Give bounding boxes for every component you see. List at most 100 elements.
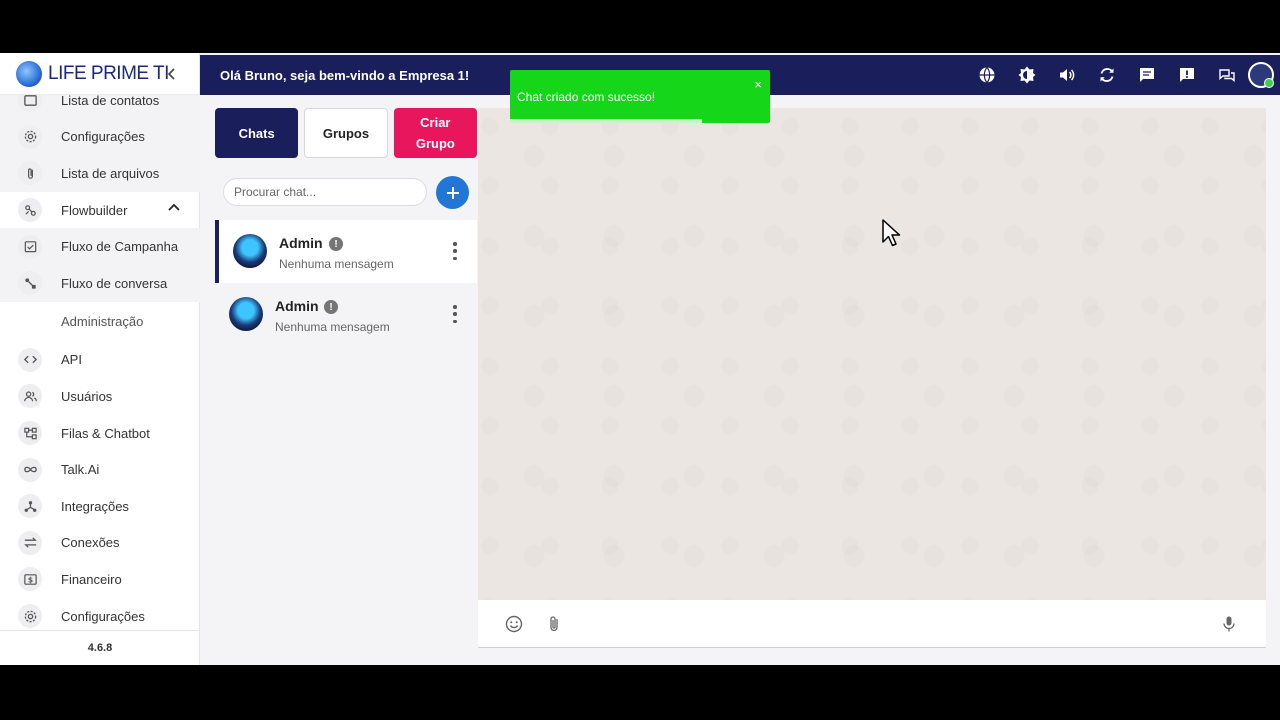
chat-message-area bbox=[478, 108, 1266, 600]
calendar-check-icon bbox=[18, 234, 42, 259]
contacts-icon bbox=[18, 95, 42, 113]
sidebar-item-conversation-flow[interactable]: Fluxo de conversa bbox=[0, 264, 200, 302]
sidebar: LIFE PRIME TI Lista de contatos Configur… bbox=[0, 53, 200, 665]
sound-button[interactable] bbox=[1054, 62, 1080, 88]
chat-options-button[interactable] bbox=[451, 242, 459, 260]
messages-button[interactable] bbox=[1134, 62, 1160, 88]
collapse-sidebar-button[interactable] bbox=[163, 65, 181, 83]
globe-icon bbox=[979, 67, 995, 83]
volume-icon bbox=[1060, 69, 1075, 81]
tab-chats[interactable]: Chats bbox=[215, 108, 299, 158]
infinity-icon bbox=[18, 457, 42, 482]
internal-chat-button[interactable] bbox=[1214, 62, 1240, 88]
create-group-label: Criar Grupo bbox=[415, 115, 455, 151]
sidebar-item-label: Talk.Ai bbox=[61, 462, 100, 478]
sidebar-item-settings[interactable]: Configurações bbox=[0, 598, 200, 630]
search-input[interactable] bbox=[223, 178, 427, 206]
voice-record-button[interactable] bbox=[1218, 613, 1240, 635]
announcements-button[interactable] bbox=[1174, 62, 1200, 88]
gear-icon bbox=[18, 604, 42, 629]
chat-list-item[interactable]: Admin ! Nenhuma mensagem bbox=[215, 220, 477, 283]
sidebar-item-label: Lista de contatos bbox=[61, 95, 160, 108]
sidebar-menu: Lista de contatos Configurações Lista de… bbox=[0, 95, 200, 630]
sidebar-item-label: Filas & Chatbot bbox=[61, 425, 150, 441]
app-window: LIFE PRIME TI Lista de contatos Configur… bbox=[0, 53, 1280, 665]
user-avatar[interactable] bbox=[1248, 62, 1274, 88]
chevron-left-icon bbox=[167, 68, 175, 80]
chat-list-panel: Chats Grupos Criar Grupo Admin ! Nenhuma… bbox=[215, 108, 477, 658]
dollar-icon: $ bbox=[18, 567, 42, 592]
plus-icon bbox=[446, 186, 459, 199]
code-icon bbox=[18, 347, 42, 372]
sidebar-item-integrations[interactable]: Integrações bbox=[0, 488, 200, 525]
integrations-icon bbox=[18, 494, 42, 519]
sidebar-item-users[interactable]: Usuários bbox=[0, 378, 200, 415]
chat-last-message: Nenhuma mensagem bbox=[279, 257, 394, 271]
sidebar-item-label: API bbox=[61, 352, 82, 368]
section-header-admin: Administração bbox=[0, 302, 200, 342]
sidebar-item-label: Integrações bbox=[61, 498, 129, 514]
attach-button[interactable] bbox=[543, 613, 565, 635]
sidebar-item-queues[interactable]: Filas & Chatbot bbox=[0, 415, 200, 452]
brand-name: LIFE PRIME TI bbox=[48, 62, 169, 84]
chat-avatar bbox=[229, 297, 263, 331]
warning-icon: ! bbox=[329, 237, 343, 251]
chat-bubble-icon bbox=[1140, 68, 1154, 82]
sidebar-item-api[interactable]: API bbox=[0, 342, 200, 379]
toast-progress-bar bbox=[510, 119, 703, 123]
forum-icon bbox=[1219, 69, 1235, 82]
brain-logo-icon bbox=[16, 60, 42, 87]
sidebar-item-label: Fluxo de Campanha bbox=[61, 239, 179, 255]
paperclip-icon bbox=[18, 161, 42, 186]
gear-icon bbox=[18, 124, 42, 149]
chat-list-item[interactable]: Admin ! Nenhuma mensagem bbox=[215, 283, 477, 346]
sidebar-item-label: Flowbuilder bbox=[61, 202, 128, 218]
chat-avatar bbox=[233, 234, 267, 268]
message-input-bar bbox=[478, 600, 1266, 648]
emoji-icon bbox=[505, 615, 523, 633]
conversation-flow-icon bbox=[18, 271, 42, 296]
sidebar-item-label: Usuários bbox=[61, 388, 113, 404]
chevron-up-icon bbox=[168, 203, 180, 211]
flow-icon bbox=[18, 198, 42, 223]
alert-message-icon bbox=[1180, 68, 1194, 82]
sidebar-item-label: Lista de arquivos bbox=[61, 165, 160, 181]
welcome-message: Olá Bruno, seja bem-vindo a Empresa 1! bbox=[220, 67, 470, 83]
sidebar-item-talkai[interactable]: Talk.Ai bbox=[0, 451, 200, 488]
chat-name: Admin bbox=[279, 235, 323, 251]
theme-toggle-button[interactable] bbox=[1014, 62, 1040, 88]
sidebar-item-files[interactable]: Lista de arquivos bbox=[0, 155, 200, 192]
success-toast: Chat criado com sucesso! × bbox=[510, 70, 770, 123]
sidebar-item-label: Configurações bbox=[61, 608, 145, 624]
new-chat-button[interactable] bbox=[436, 176, 469, 209]
message-input[interactable] bbox=[578, 610, 1198, 638]
sidebar-item-label: Fluxo de conversa bbox=[61, 275, 168, 291]
chat-tabs: Chats Grupos Criar Grupo bbox=[215, 108, 477, 160]
section-label: Administração bbox=[61, 314, 144, 330]
chat-options-button[interactable] bbox=[451, 305, 459, 323]
paperclip-icon bbox=[550, 616, 558, 632]
mouse-cursor-icon bbox=[882, 219, 901, 247]
toast-message: Chat criado com sucesso! bbox=[517, 90, 656, 104]
refresh-button[interactable] bbox=[1094, 62, 1120, 88]
sidebar-item-connections[interactable]: Conexões bbox=[0, 525, 200, 562]
logo-row: LIFE PRIME TI bbox=[0, 53, 199, 95]
search-row bbox=[215, 160, 477, 220]
sidebar-item-campaign-flow[interactable]: Fluxo de Campanha bbox=[0, 228, 200, 265]
sidebar-item-contacts[interactable]: Lista de contatos bbox=[0, 95, 200, 119]
refresh-icon bbox=[1100, 68, 1114, 82]
sidebar-item-settings-top[interactable]: Configurações bbox=[0, 118, 200, 156]
sidebar-item-label: Configurações bbox=[61, 129, 145, 145]
emoji-button[interactable] bbox=[503, 613, 525, 635]
toast-close-button[interactable]: × bbox=[754, 77, 762, 92]
sidebar-item-financial[interactable]: $ Financeiro bbox=[0, 561, 200, 598]
sidebar-item-label: Financeiro bbox=[61, 571, 122, 587]
warning-icon: ! bbox=[324, 300, 338, 314]
svg-text:$: $ bbox=[27, 576, 32, 585]
create-group-button[interactable]: Criar Grupo bbox=[393, 108, 477, 158]
tab-groups[interactable]: Grupos bbox=[304, 108, 388, 158]
language-button[interactable] bbox=[974, 62, 1000, 88]
top-bar-actions bbox=[960, 62, 1274, 88]
sidebar-item-flowbuilder[interactable]: Flowbuilder bbox=[0, 192, 200, 229]
brightness-icon bbox=[1018, 66, 1036, 84]
